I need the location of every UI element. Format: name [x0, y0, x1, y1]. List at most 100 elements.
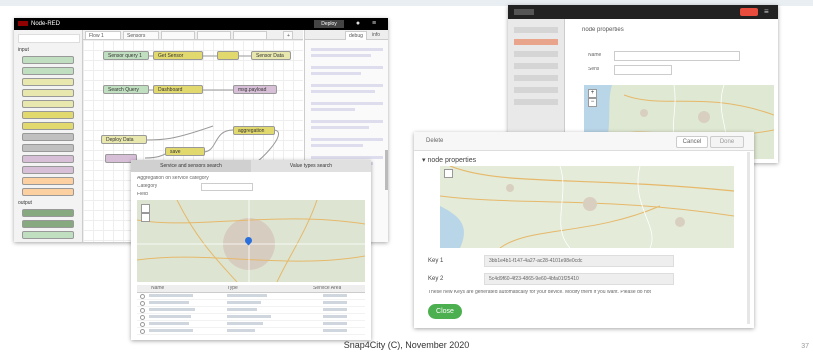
- col-type[interactable]: Type: [227, 286, 238, 291]
- sidebar-item[interactable]: [514, 75, 558, 81]
- zoom-in-button[interactable]: +: [588, 89, 597, 98]
- zoom-in-button[interactable]: [141, 204, 150, 213]
- flow-node[interactable]: Get Sensor: [153, 51, 203, 60]
- tab-sensors[interactable]: Sensors: [123, 31, 159, 39]
- key1-input[interactable]: 3bb1e4b1-f147-4a27-ac28-4101e98e0cdc: [484, 255, 674, 267]
- debug-message: [311, 126, 369, 129]
- sensor-map[interactable]: [137, 200, 365, 282]
- table-row[interactable]: [137, 293, 365, 300]
- row-radio[interactable]: [140, 294, 145, 299]
- palette-node[interactable]: [22, 100, 74, 108]
- cancel-button[interactable]: Cancel: [676, 136, 708, 148]
- palette-node[interactable]: [22, 122, 74, 130]
- flow-node[interactable]: [217, 51, 239, 60]
- tab-debug[interactable]: debug: [345, 31, 367, 40]
- menu-icon[interactable]: ≡: [370, 20, 378, 28]
- sidebar-item[interactable]: [514, 39, 558, 45]
- flow-node[interactable]: msg.payload: [233, 85, 277, 94]
- table-row[interactable]: [137, 314, 365, 321]
- tab-info[interactable]: info: [369, 31, 383, 39]
- search-tabs: Service and sensors search Value types s…: [131, 160, 371, 172]
- palette-node[interactable]: [22, 231, 74, 239]
- palette-node[interactable]: [22, 188, 74, 196]
- tab-value-types[interactable]: Value types search: [251, 160, 371, 172]
- zoom-out-button[interactable]: −: [588, 98, 597, 107]
- sidebar-item[interactable]: [514, 51, 558, 57]
- cell: [149, 294, 193, 297]
- results-grid-header: Name Type Service Area: [137, 285, 365, 293]
- chevron-down-icon[interactable]: ▾: [422, 157, 426, 164]
- key2-input[interactable]: 5c4d9f60-4f23-4865-9e60-4bfa01f25410: [484, 273, 674, 285]
- sidebar-item[interactable]: [514, 27, 558, 33]
- palette-node[interactable]: [22, 67, 74, 75]
- table-row[interactable]: [137, 300, 365, 307]
- deploy-button-red[interactable]: [740, 8, 758, 16]
- debug-message: [311, 138, 383, 141]
- tab-service-search[interactable]: Service and sensors search: [131, 160, 251, 172]
- flow-node[interactable]: Sensor Data: [251, 51, 291, 60]
- done-button[interactable]: Done: [710, 136, 744, 148]
- palette-node[interactable]: [22, 78, 74, 86]
- sidebar-item[interactable]: [514, 63, 558, 69]
- tab[interactable]: [161, 31, 195, 39]
- palette-node[interactable]: [22, 133, 74, 141]
- cell: [323, 294, 347, 297]
- table-row[interactable]: [137, 321, 365, 328]
- palette-node[interactable]: [22, 209, 74, 217]
- row-radio[interactable]: [140, 322, 145, 327]
- node-properties-window: Delete Cancel Done ▾ node properties Key…: [414, 132, 754, 328]
- palette-node[interactable]: [22, 89, 74, 97]
- cell: [323, 308, 347, 311]
- sens-select[interactable]: [614, 65, 672, 75]
- col-service-area[interactable]: Service Area: [313, 286, 341, 291]
- palette-node[interactable]: [22, 177, 74, 185]
- properties-map[interactable]: [440, 166, 734, 248]
- palette-filter-input[interactable]: [18, 34, 80, 43]
- row-radio[interactable]: [140, 329, 145, 334]
- flow-node[interactable]: Deploy Data: [101, 135, 147, 144]
- tab[interactable]: [233, 31, 267, 39]
- row-radio[interactable]: [140, 315, 145, 320]
- workspace-tabs: Flow 1 Sensors +: [83, 30, 303, 40]
- zoom-out-button[interactable]: [141, 213, 150, 222]
- properties-scrollbar[interactable]: [747, 152, 750, 324]
- flow-node[interactable]: Search Query: [103, 85, 149, 94]
- delete-button[interactable]: Delete: [426, 138, 443, 144]
- close-button[interactable]: Close: [428, 304, 462, 319]
- field-filter-label: Field: [137, 192, 148, 197]
- map-control-button[interactable]: [444, 169, 453, 178]
- row-radio[interactable]: [140, 308, 145, 313]
- table-row[interactable]: [137, 307, 365, 314]
- palette-node[interactable]: [22, 144, 74, 152]
- sidebar-item[interactable]: [514, 87, 558, 93]
- sidebar-scrollbar[interactable]: [385, 150, 388, 190]
- flow-node[interactable]: save: [165, 147, 205, 156]
- tab-flow-1[interactable]: Flow 1: [85, 31, 121, 39]
- table-row[interactable]: [137, 328, 365, 335]
- palette-category-input[interactable]: input: [18, 47, 29, 53]
- debug-message: [311, 120, 383, 123]
- flow-node[interactable]: Dashboard: [153, 85, 203, 94]
- aggregation-filter[interactable]: Aggregation on service category: [137, 176, 209, 181]
- properties-header: Delete Cancel Done: [414, 132, 754, 151]
- palette-node[interactable]: [22, 155, 74, 163]
- flow-node[interactable]: aggregation: [233, 126, 275, 135]
- palette-category-output[interactable]: output: [18, 200, 32, 206]
- name-input[interactable]: [614, 51, 740, 61]
- palette-node[interactable]: [22, 166, 74, 174]
- palette-node[interactable]: [22, 111, 74, 119]
- col-name[interactable]: Name: [151, 286, 164, 291]
- cell: [227, 294, 267, 297]
- add-tab-icon[interactable]: +: [283, 31, 293, 39]
- category-select[interactable]: [201, 183, 253, 191]
- sidebar-item[interactable]: [514, 99, 558, 105]
- deploy-button[interactable]: Deploy: [314, 20, 344, 28]
- cell: [149, 315, 191, 318]
- menu-icon[interactable]: ≡: [764, 7, 774, 17]
- user-icon[interactable]: ●: [354, 20, 362, 28]
- flow-node[interactable]: Sensor query 1: [103, 51, 149, 60]
- tab[interactable]: [197, 31, 231, 39]
- row-radio[interactable]: [140, 301, 145, 306]
- palette-node[interactable]: [22, 220, 74, 228]
- palette-node[interactable]: [22, 56, 74, 64]
